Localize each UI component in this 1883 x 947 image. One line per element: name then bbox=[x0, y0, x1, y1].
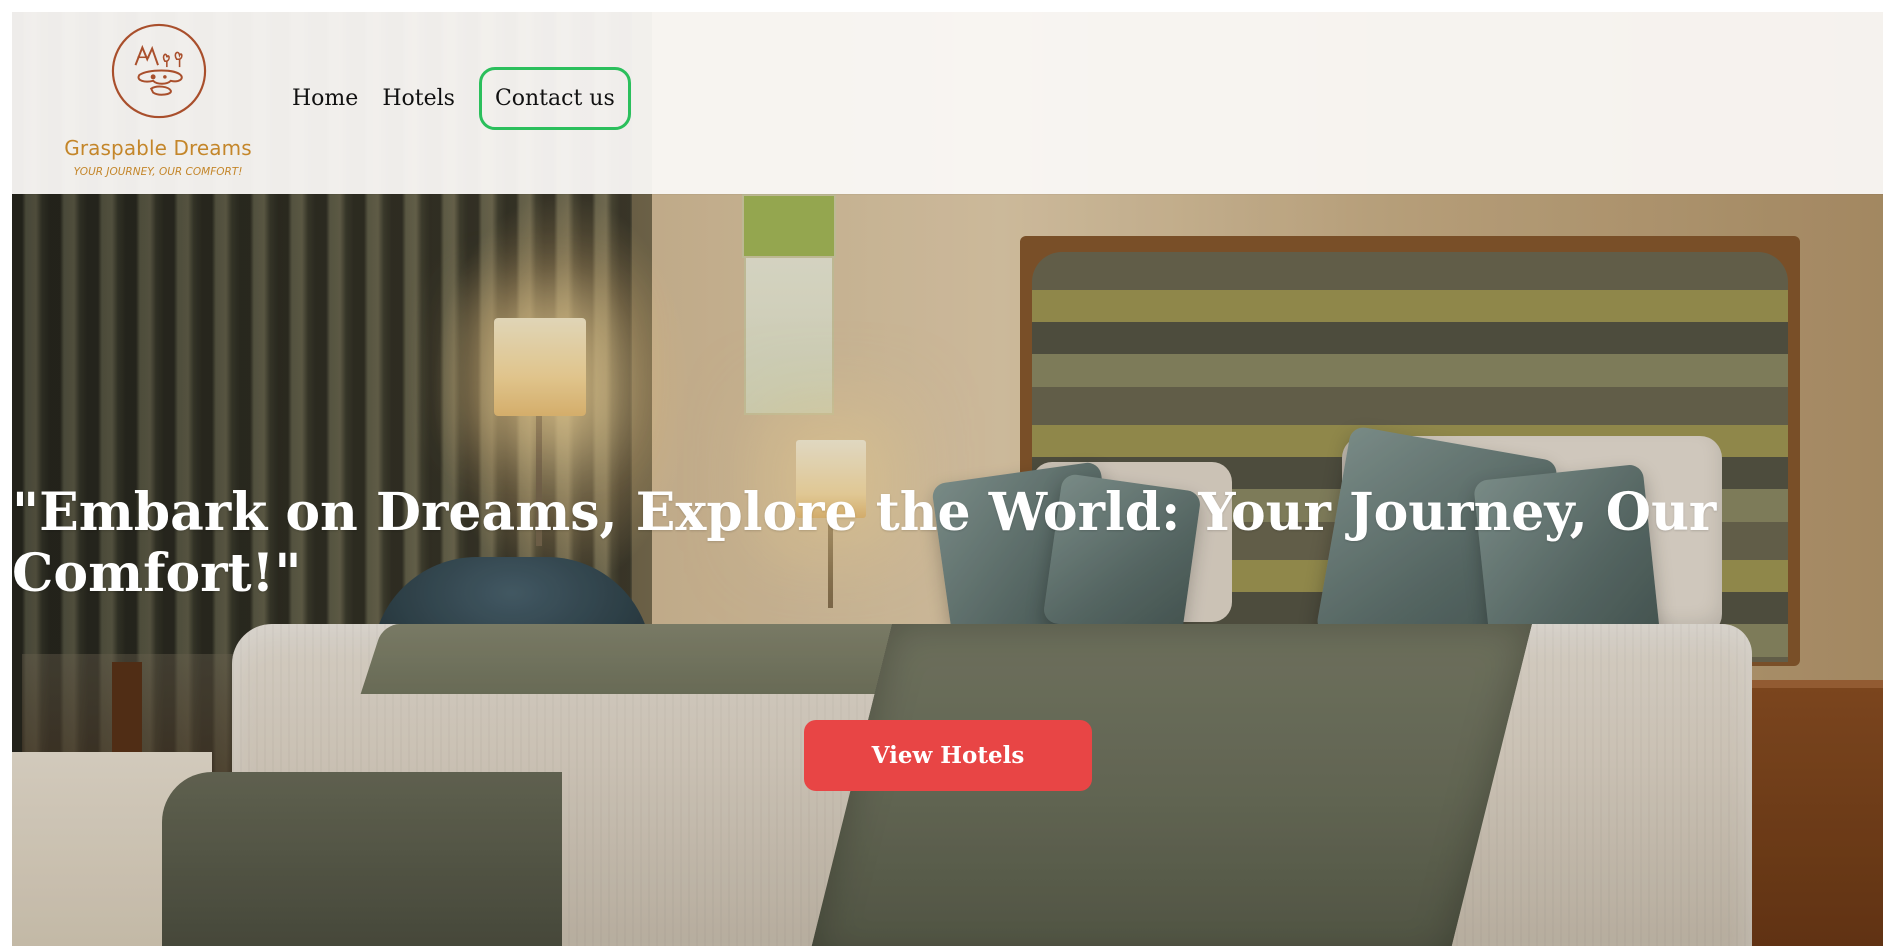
hero-headline: "Embark on Dreams, Explore the World: Yo… bbox=[12, 482, 1717, 604]
nav-home-link[interactable]: Home bbox=[280, 86, 370, 111]
main-nav: Home Hotels Contact us bbox=[280, 64, 631, 132]
mountain-tree-logo-icon bbox=[111, 23, 207, 119]
page: Graspable Dreams YOUR JOURNEY, OUR COMFO… bbox=[0, 0, 1883, 947]
view-hotels-button[interactable]: View Hotels bbox=[804, 720, 1092, 791]
brand-name: Graspable Dreams bbox=[64, 136, 252, 160]
brand-logo[interactable]: Graspable Dreams YOUR JOURNEY, OUR COMFO… bbox=[58, 22, 258, 187]
nav-hotels-link[interactable]: Hotels bbox=[370, 86, 467, 111]
nav-contact-button[interactable]: Contact us bbox=[478, 66, 631, 130]
brand-tagline: YOUR JOURNEY, OUR COMFORT! bbox=[73, 166, 243, 178]
site-header: Graspable Dreams YOUR JOURNEY, OUR COMFO… bbox=[12, 12, 1883, 194]
